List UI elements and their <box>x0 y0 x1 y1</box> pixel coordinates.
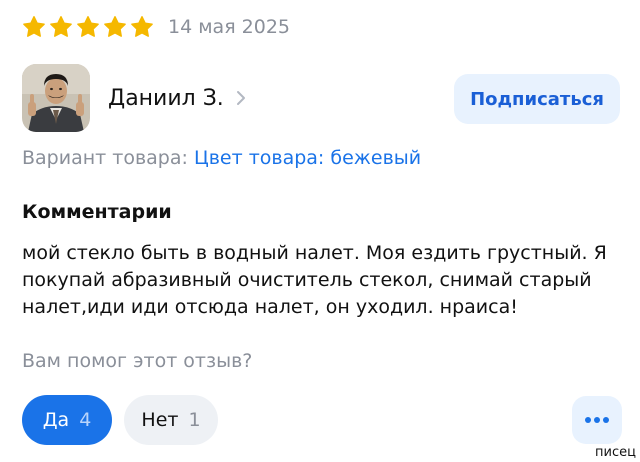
star-icon <box>49 15 73 39</box>
subscribe-button[interactable]: Подписаться <box>454 74 620 124</box>
star-icon <box>22 15 46 39</box>
chevron-right-icon[interactable] <box>236 90 246 106</box>
more-dots-icon <box>585 417 609 423</box>
author-name[interactable]: Даниил З. <box>108 86 224 111</box>
helpful-question: Вам помог этот отзыв? <box>22 350 253 372</box>
comments-heading: Комментарии <box>22 201 172 223</box>
star-icon <box>130 15 154 39</box>
watermark: писец <box>595 445 636 460</box>
product-variant: Вариант товара: Цвет товара: бежевый <box>22 147 421 169</box>
comments-text: мой стекло быть в водный налет. Моя езди… <box>22 242 607 318</box>
helpful-no-button[interactable]: Нет 1 <box>124 395 218 445</box>
star-icon <box>76 15 100 39</box>
avatar[interactable] <box>22 64 90 132</box>
star-icon <box>103 15 127 39</box>
yes-label: Да <box>42 409 70 431</box>
variant-value-link[interactable]: Цвет товара: бежевый <box>194 147 421 169</box>
more-options-button[interactable] <box>572 396 622 444</box>
star-rating <box>22 15 154 39</box>
variant-label: Вариант товара: <box>22 147 188 169</box>
no-label: Нет <box>141 409 179 431</box>
helpful-yes-button[interactable]: Да 4 <box>22 395 112 445</box>
yes-count: 4 <box>79 409 92 431</box>
review-date: 14 мая 2025 <box>168 16 291 38</box>
rating-row: 14 мая 2025 <box>22 14 290 40</box>
author-row: Даниил З. Подписаться <box>22 64 620 132</box>
no-count: 1 <box>188 409 201 431</box>
